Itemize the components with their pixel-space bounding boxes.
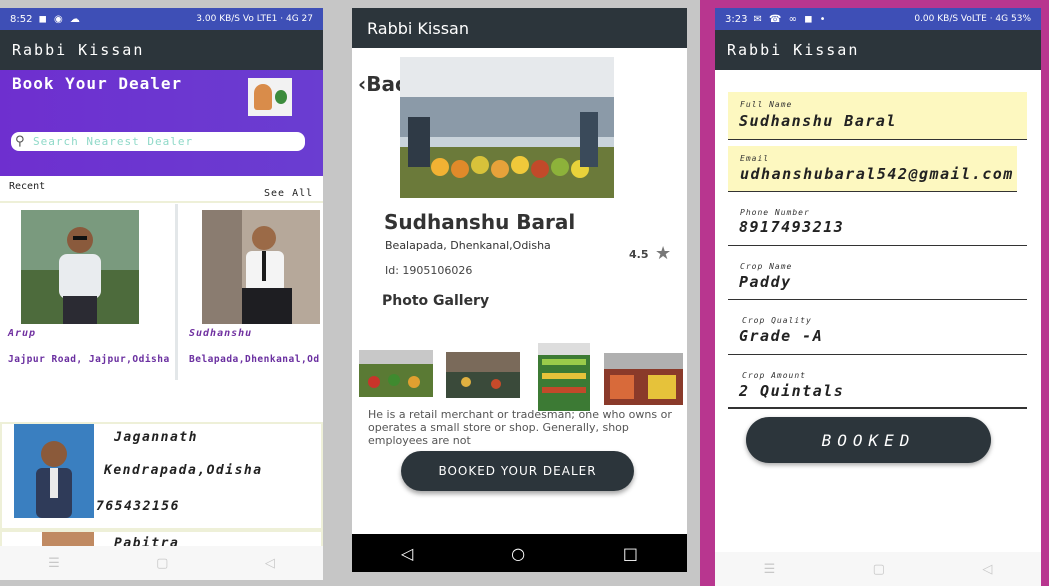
status-bar: 3:23 ✉ ☎ ∞ ◼ • 0.00 KB/S VoLTE · 4G 53% <box>715 8 1041 30</box>
app-title: Rabbi Kissan <box>12 41 145 59</box>
back-icon[interactable]: ◁ <box>982 562 992 577</box>
app-bar: Rabbi Kissan <box>352 8 687 48</box>
menu-icon[interactable]: ☰ <box>48 556 60 571</box>
notification-icons: ◼ ◉ ☁ <box>38 13 82 25</box>
field-value: Paddy <box>739 273 792 291</box>
notification-icons: ✉ ☎ ∞ ◼ • <box>753 13 828 25</box>
divider <box>0 201 323 203</box>
booked-button[interactable]: BOOKED <box>746 417 991 463</box>
home-icon[interactable]: ▢ <box>156 556 168 571</box>
dealer-id: Id: 1905106026 <box>385 264 473 277</box>
field-value: Sudhanshu Baral <box>739 112 897 130</box>
gallery-title: Photo Gallery <box>382 293 490 309</box>
system-nav-bar: ☰ ▢ ◁ <box>715 552 1041 586</box>
dealer-address: Belapada,Dhenkanal,Od <box>189 354 320 365</box>
dealer-detail-screen: Rabbi Kissan ‹Back Sudhanshu Baral Beala… <box>352 8 687 572</box>
dealer-address: Jajpur Road, Jajpur,Odisha <box>8 354 170 365</box>
dealer-photo <box>21 210 139 324</box>
status-indicators: 3.00 KB/S Vo LTE1 · 4G 27 <box>196 14 313 24</box>
status-time: 3:23 <box>725 13 748 25</box>
gallery-photo[interactable] <box>538 343 590 411</box>
dealer-name: Arup <box>8 328 37 339</box>
recent-dealer-card[interactable]: Sudhanshu Belapada,Dhenkanal,Od <box>181 204 323 380</box>
star-icon[interactable]: ★ <box>655 243 671 264</box>
crop-quality-field[interactable]: Crop Quality Grade -A <box>728 307 1027 355</box>
dealer-name: Sudhanshu Baral <box>384 210 576 234</box>
book-dealer-header: Book Your Dealer ⚲ <box>0 70 323 176</box>
dealer-list-item[interactable]: Jagannath Kendrapada,Odisha 765432156 <box>0 422 323 530</box>
field-value: 8917493213 <box>739 218 845 236</box>
phone-number-field[interactable]: Phone Number 8917493213 <box>728 198 1027 246</box>
dealer-description: He is a retail merchant or tradesman; on… <box>368 408 672 447</box>
status-indicators: 0.00 KB/S VoLTE · 4G 53% <box>914 14 1031 24</box>
system-nav-bar: ☰ ▢ ◁ <box>0 546 323 580</box>
email-field[interactable]: Email udhanshubaral542@gmail.com <box>728 146 1017 192</box>
app-title: Rabbi Kissan <box>367 18 469 38</box>
chevron-left-icon: ‹ <box>358 72 367 96</box>
recent-dealer-card[interactable]: Arup Jajpur Road, Jajpur,Odisha <box>0 204 178 380</box>
field-value: Grade -A <box>739 327 824 345</box>
field-label: Crop Amount <box>742 371 806 380</box>
field-label: Crop Name <box>740 262 793 271</box>
dealer-name: Sudhanshu <box>189 328 253 339</box>
crop-amount-field[interactable]: Crop Amount 2 Quintals <box>728 361 1027 409</box>
store-photo <box>400 57 614 198</box>
app-bar: Rabbi Kissan <box>715 30 1041 70</box>
search-icon: ⚲ <box>15 133 25 149</box>
dealer-photo <box>14 424 94 518</box>
dealer-location: Bealapada, Dhenkanal,Odisha <box>385 239 551 252</box>
dealer-address: Kendrapada,Odisha <box>104 463 263 478</box>
gallery-photo[interactable] <box>359 350 433 397</box>
book-dealer-button[interactable]: BOOKED YOUR DEALER <box>401 451 634 491</box>
dealer-name: Jagannath <box>114 430 198 445</box>
rating-value: 4.5 <box>629 248 649 261</box>
booking-confirmation-screen: 3:23 ✉ ☎ ∞ ◼ • 0.00 KB/S VoLTE · 4G 53% … <box>715 8 1041 586</box>
dealer-phone: 765432156 <box>96 499 180 514</box>
back-icon[interactable]: ◁ <box>401 544 413 563</box>
dealer-list-screen: 8:52 ◼ ◉ ☁ 3.00 KB/S Vo LTE1 · 4G 27 Rab… <box>0 8 323 580</box>
field-label: Email <box>740 154 770 163</box>
recent-label: Recent <box>9 181 46 192</box>
field-value: udhanshubaral542@gmail.com <box>740 165 1014 183</box>
recents-icon[interactable]: □ <box>623 544 638 563</box>
menu-icon[interactable]: ☰ <box>764 562 776 577</box>
search-bar[interactable]: ⚲ <box>11 132 305 151</box>
field-label: Full Name <box>740 100 793 109</box>
farmer-illustration <box>248 78 292 116</box>
home-icon[interactable]: ○ <box>511 544 525 563</box>
home-icon[interactable]: ▢ <box>873 562 885 577</box>
field-label: Crop Quality <box>742 316 812 325</box>
field-value: 2 Quintals <box>739 382 845 400</box>
header-title: Book Your Dealer <box>12 74 183 93</box>
crop-name-field[interactable]: Crop Name Paddy <box>728 252 1027 300</box>
see-all-link[interactable]: See All <box>264 188 313 199</box>
dealer-photo <box>202 210 320 324</box>
app-title: Rabbi Kissan <box>727 41 860 59</box>
system-nav-bar: ◁ ○ □ <box>352 534 687 572</box>
status-bar: 8:52 ◼ ◉ ☁ 3.00 KB/S Vo LTE1 · 4G 27 <box>0 8 323 30</box>
app-bar: Rabbi Kissan <box>0 30 323 70</box>
back-icon[interactable]: ◁ <box>265 556 275 571</box>
field-label: Phone Number <box>740 208 810 217</box>
full-name-field[interactable]: Full Name Sudhanshu Baral <box>728 92 1027 140</box>
search-input[interactable] <box>33 135 293 148</box>
status-time: 8:52 <box>10 13 33 25</box>
gallery-photo[interactable] <box>604 353 683 405</box>
gallery-photo[interactable] <box>446 352 520 398</box>
